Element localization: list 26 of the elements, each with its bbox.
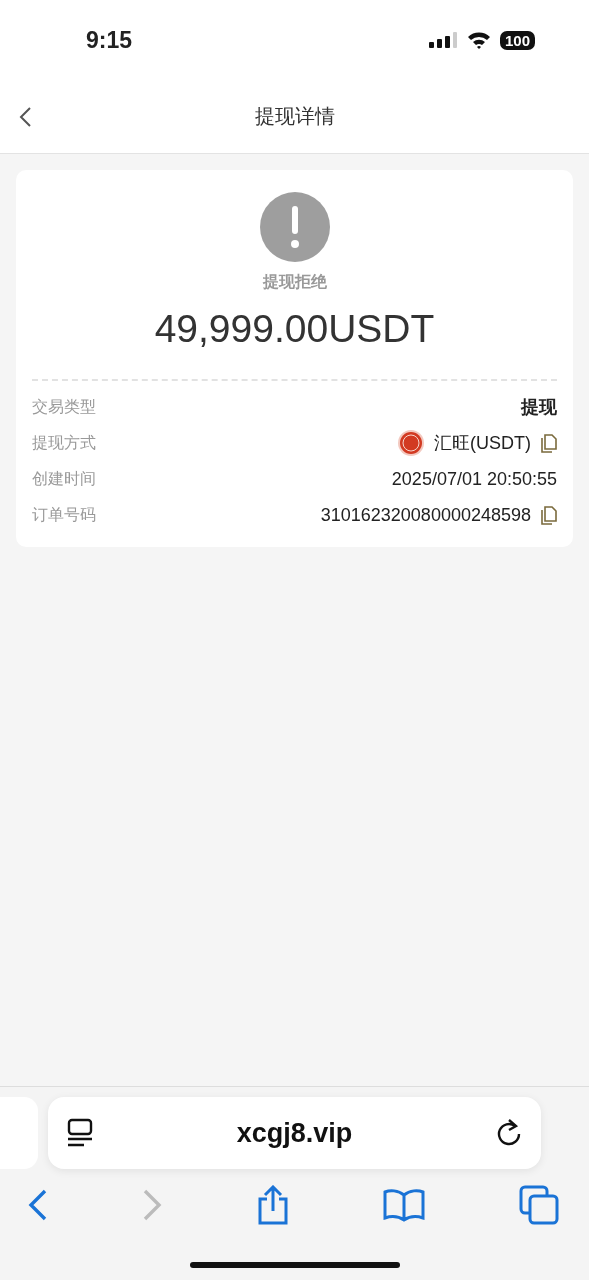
status-text: 提现拒绝: [262, 272, 327, 293]
address-bar[interactable]: xcgj8.vip: [48, 1097, 541, 1169]
page-title: 提现详情: [254, 103, 335, 130]
field-label: 提现方式: [32, 432, 96, 454]
field-value: 提现: [521, 396, 557, 419]
battery-indicator: 100: [499, 30, 535, 50]
reload-icon[interactable]: [495, 1118, 523, 1148]
signal-icon: [427, 30, 458, 50]
tabs-icon[interactable]: [519, 1185, 559, 1225]
field-value: 汇旺(USDT): [434, 432, 531, 455]
url-text: xcgj8.vip: [236, 1117, 353, 1149]
copy-icon[interactable]: [541, 433, 557, 453]
copy-icon[interactable]: [541, 505, 557, 525]
logo-icon: [398, 430, 424, 456]
field-label: 交易类型: [32, 396, 96, 418]
reader-icon[interactable]: [66, 1118, 94, 1148]
status-time: 9:15: [86, 26, 133, 54]
field-value: 310162320080000248598: [320, 504, 531, 526]
back-icon[interactable]: [18, 106, 32, 128]
amount-text: 49,999.00USDT: [154, 307, 435, 351]
back-icon[interactable]: [28, 1189, 48, 1221]
field-value: 2025/07/01 20:50:55: [391, 468, 557, 490]
field-label: 订单号码: [32, 504, 96, 526]
field-label: 创建时间: [32, 468, 96, 490]
warning-icon: [259, 192, 330, 262]
book-icon[interactable]: [383, 1188, 426, 1222]
